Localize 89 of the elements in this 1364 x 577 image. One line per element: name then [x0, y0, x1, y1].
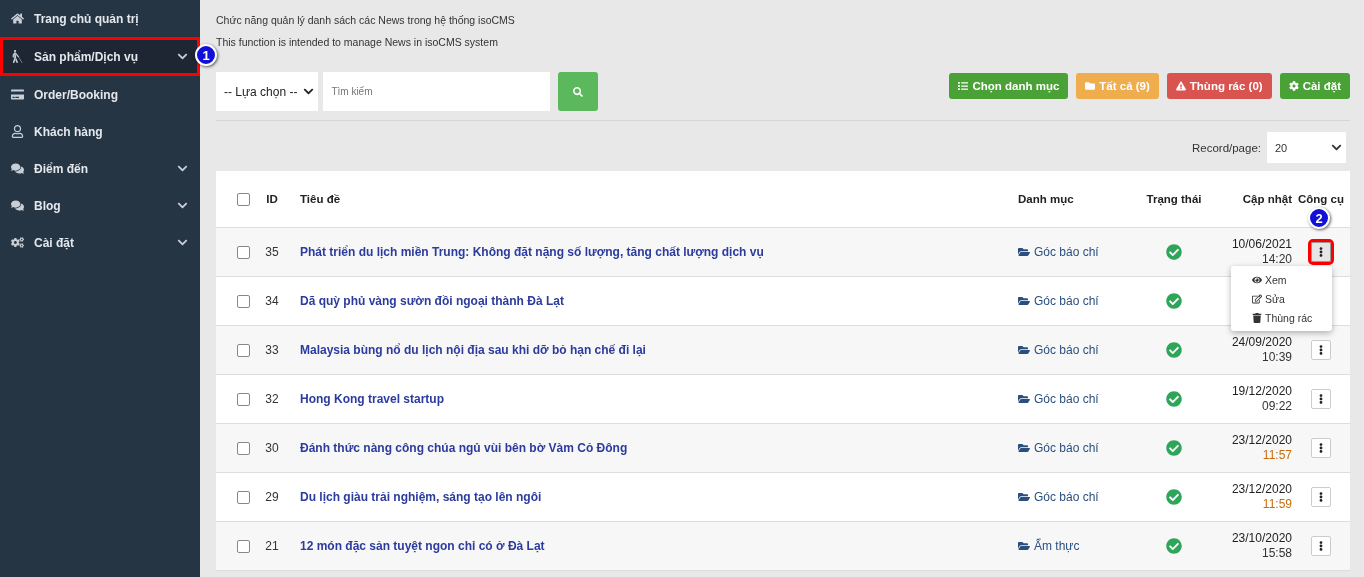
user-icon — [11, 125, 24, 138]
id-cell-text: 33 — [264, 343, 280, 357]
warning-icon — [1175, 81, 1186, 91]
updated-date: 23/10/2020 15:58 — [1230, 531, 1292, 561]
eye-icon — [1252, 274, 1262, 285]
id-cell-text: 35 — [264, 245, 280, 259]
news-title-link[interactable]: Đánh thức nàng công chúa ngủ vùi bên bờ Vàm Cỏ Đông — [294, 441, 628, 455]
gears-icon — [11, 236, 24, 249]
folder-icon — [1018, 442, 1030, 454]
column-header: Tiêu đề — [299, 192, 342, 207]
column-header: Cập nhật — [1241, 192, 1292, 207]
updated-date: 10/06/2021 14:20 — [1230, 237, 1292, 267]
id-cell-text: 30 — [264, 441, 280, 455]
news-title-link[interactable]: Malaysia bùng nổ du lịch nội địa sau khi dỡ bỏ hạn chế đi lại — [294, 343, 646, 357]
chevron-down-icon — [1331, 142, 1342, 153]
news-title-link[interactable]: Du lịch giàu trải nghiệm, sáng tạo lên ngôi — [294, 490, 542, 504]
more-options-button[interactable] — [1311, 389, 1331, 409]
more-options-button[interactable] — [1311, 340, 1331, 360]
search-button[interactable] — [558, 72, 599, 111]
row-checkbox[interactable] — [237, 441, 250, 455]
chevron-down-icon — [303, 86, 315, 97]
id-cell-text: 21 — [264, 539, 280, 553]
folder-icon — [1085, 81, 1096, 91]
trash-button[interactable]: Thùng rác (0) — [1166, 73, 1272, 99]
news-title-link[interactable]: Dã quỳ phủ vàng sườn đồi ngoại thành Đà Lạt — [294, 294, 564, 308]
comments-icon — [11, 199, 24, 212]
folder-icon — [1018, 393, 1030, 405]
description-text: Chức năng quản lý danh sách các News trong hệ thống isoCMS — [216, 13, 516, 28]
column-header: Công cụ — [1297, 192, 1345, 207]
category-link[interactable]: Góc báo chí — [1012, 490, 1099, 504]
home-icon — [11, 12, 24, 25]
search-field[interactable]: Tìm kiếm — [323, 72, 551, 111]
comments-icon — [11, 162, 24, 175]
row-checkbox[interactable] — [237, 490, 250, 504]
news-title-link[interactable]: Hong Kong travel startup — [294, 392, 444, 406]
updated-date: 24/09/2020 10:39 — [1230, 335, 1292, 365]
sidebar-item[interactable]: Trang chủ quản trị — [0, 0, 200, 37]
category-link[interactable]: Góc báo chí — [1012, 392, 1099, 406]
search-icon — [573, 86, 584, 97]
walking-person-icon — [11, 50, 24, 63]
more-options-button[interactable] — [1311, 242, 1331, 262]
row-checkbox[interactable] — [237, 343, 250, 357]
folder-icon — [1018, 246, 1030, 258]
sidebar-item[interactable]: Order/Booking — [0, 76, 200, 113]
more-options-button[interactable] — [1311, 438, 1331, 458]
news-title-link[interactable]: 12 món đặc sản tuyệt ngon chỉ có ở Đà Lạt — [294, 539, 545, 553]
folder-icon — [1018, 344, 1030, 356]
category-link[interactable]: Ẩm thực — [1012, 539, 1080, 553]
category-link[interactable]: Góc báo chí — [1012, 245, 1099, 259]
trash-icon — [1252, 312, 1262, 323]
list-icon — [958, 81, 969, 91]
sidebar-item[interactable]: Blog — [0, 187, 200, 224]
records-per-page-select[interactable]: 20 — [1267, 132, 1346, 163]
id-cell-text: 29 — [264, 490, 280, 504]
sidebar-item[interactable]: Điểm đến — [0, 150, 200, 187]
menu-item[interactable]: Sửa — [1231, 289, 1332, 308]
more-options-button[interactable] — [1311, 487, 1331, 507]
menu-item[interactable]: Xem — [1231, 270, 1332, 289]
settings-icon — [1288, 81, 1299, 91]
column-header: ID — [265, 192, 279, 207]
column-header: Danh mục — [1017, 192, 1075, 207]
edit-icon — [1252, 293, 1262, 304]
updated-date: 19/12/2020 09:22 — [1230, 384, 1292, 414]
menu-item[interactable]: Thùng rác — [1231, 308, 1332, 327]
category-select[interactable]: -- Lựa chọn -- — [216, 72, 319, 111]
folder-icon — [1018, 491, 1030, 503]
row-checkbox[interactable] — [237, 245, 250, 259]
description-text: This function is intended to manage News in isoCMS system — [216, 35, 499, 50]
category-link[interactable]: Góc báo chí — [1012, 441, 1099, 455]
row-checkbox[interactable] — [237, 539, 250, 553]
sidebar-item[interactable]: Cài đặt — [0, 224, 200, 261]
category-link[interactable]: Góc báo chí — [1012, 294, 1099, 308]
category-link[interactable]: Góc báo chí — [1012, 343, 1099, 357]
more-options-button[interactable] — [1311, 536, 1331, 556]
folder-icon — [1018, 540, 1030, 552]
updated-date: 23/12/2020 11:59 — [1230, 482, 1292, 512]
id-cell-text: 34 — [264, 294, 280, 308]
id-cell-text: 32 — [264, 392, 280, 406]
select-all-checkbox[interactable] — [237, 192, 250, 206]
row-checkbox[interactable] — [237, 392, 250, 406]
row-checkbox[interactable] — [237, 294, 250, 308]
credit-card-icon — [11, 88, 24, 101]
news-title-link[interactable]: Phát triển du lịch miền Trung: Không đặt nặng số lượng, tăng chất lượng dịch vụ — [294, 245, 764, 259]
folder-icon — [1018, 295, 1030, 307]
records-per-page-label: Record/page: — [1191, 141, 1261, 154]
updated-date: 23/12/2020 11:57 — [1230, 433, 1292, 463]
callout-badge: 2 — [1308, 207, 1330, 229]
sidebar-item[interactable]: Khách hàng — [0, 113, 200, 150]
column-header: Trạng thái — [1145, 192, 1203, 207]
